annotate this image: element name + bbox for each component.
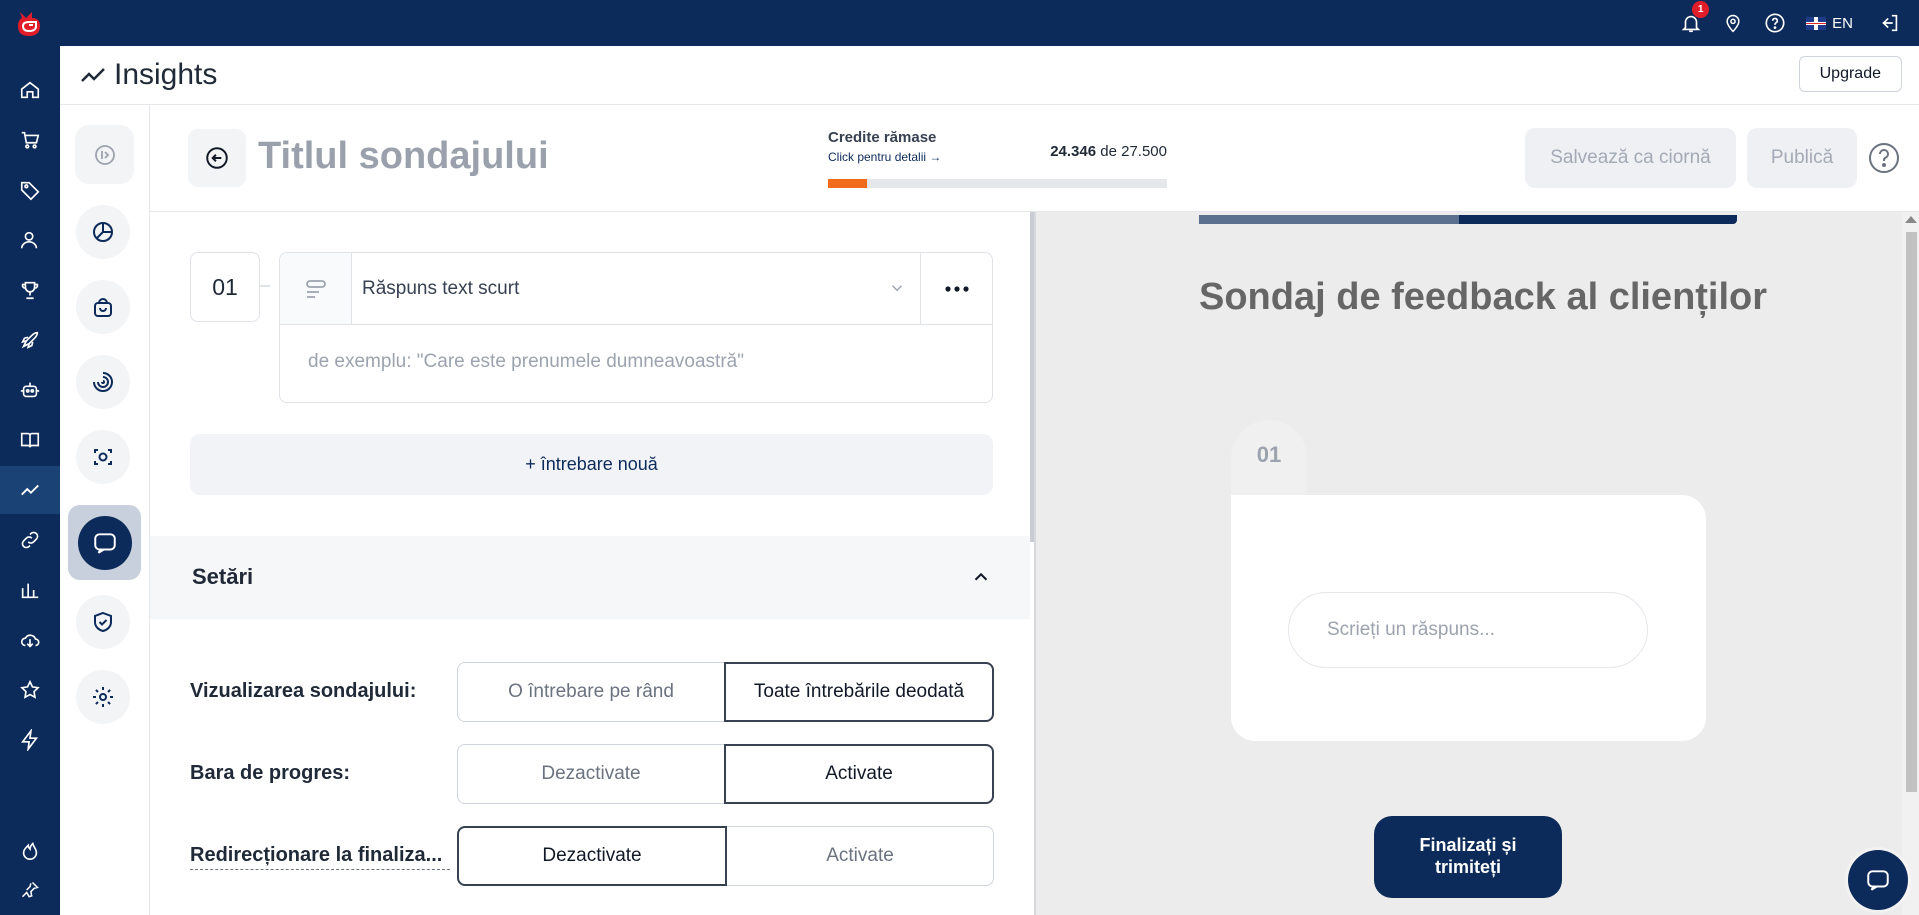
option-label: Bara de progres: — [190, 762, 351, 784]
survey-header: Titlul sondajului Credite rămase Click p… — [150, 105, 1919, 212]
spiral-icon[interactable] — [76, 355, 130, 409]
survey-editor: 01 Răspuns text scurt de exemplu: "Care … — [150, 212, 1034, 915]
nav-rocket-icon[interactable] — [0, 316, 60, 364]
redirect-on-button[interactable]: Activate — [727, 826, 994, 886]
preview-title: Sondaj de feedback al clienților — [1199, 276, 1768, 318]
page-title: Insights — [80, 58, 217, 92]
progress-bar-on-button[interactable]: Activate — [724, 744, 994, 804]
language-label: EN — [1832, 14, 1853, 32]
language-selector[interactable]: EN — [1796, 0, 1869, 46]
help-circle-icon[interactable] — [1754, 0, 1796, 46]
preview-answer-input[interactable]: Scrieți un răspuns... — [1288, 592, 1648, 668]
location-pin-icon[interactable] — [1712, 0, 1754, 46]
nav-customers-icon[interactable] — [0, 216, 60, 264]
credits-progress-bar — [828, 179, 1167, 188]
survey-chat-icon — [77, 515, 132, 570]
nav-pin-icon[interactable] — [0, 866, 60, 914]
settings-title: Setări — [192, 564, 254, 589]
settings-section-header[interactable]: Setări — [150, 536, 1030, 619]
progress-bar-off-button[interactable]: Dezactivate — [457, 744, 724, 804]
redirect-off-button[interactable]: Dezactivate — [457, 826, 727, 886]
all-questions-button[interactable]: Toate întrebările deodată — [724, 662, 994, 722]
nav-home-icon[interactable] — [0, 66, 60, 114]
option-label: Vizualizarea sondajului: — [190, 680, 417, 702]
help-icon[interactable] — [1868, 142, 1900, 174]
nav-trophy-icon[interactable] — [0, 266, 60, 314]
question-type-select[interactable]: Răspuns text scurt — [352, 253, 920, 325]
chevron-down-icon — [891, 285, 903, 292]
nav-link-icon[interactable] — [0, 516, 60, 564]
survey-nav-item[interactable] — [68, 505, 141, 580]
survey-preview: Sondaj de feedback al clienților 01 Scri… — [1034, 212, 1919, 915]
credits-value: 24.346 de 27.500 — [1050, 143, 1167, 160]
question-more-button[interactable] — [920, 253, 993, 325]
publish-button[interactable]: Publică — [1747, 128, 1857, 188]
page-title-text: Insights — [114, 58, 218, 91]
scroll-up-arrow-icon[interactable] — [1905, 216, 1917, 223]
shopping-bag-icon[interactable] — [76, 280, 130, 334]
support-chat-button[interactable] — [1848, 850, 1908, 910]
question-number: 01 — [190, 252, 260, 322]
save-draft-button[interactable]: Salvează ca ciornă — [1525, 128, 1736, 188]
preview-scrollbar-thumb[interactable] — [1906, 232, 1917, 792]
option-label: Redirecționare la finaliza... — [190, 844, 450, 870]
nav-book-icon[interactable] — [0, 416, 60, 464]
nav-bar-chart-icon[interactable] — [0, 566, 60, 614]
add-question-button[interactable]: + întrebare nouă — [190, 434, 993, 495]
survey-view-toggle: O întrebare pe rând Toate întrebările de… — [457, 662, 994, 722]
nav-cloud-download-icon[interactable] — [0, 616, 60, 664]
question-type-label: Răspuns text scurt — [362, 277, 520, 299]
nav-robot-icon[interactable] — [0, 366, 60, 414]
secondary-sidebar — [60, 105, 150, 915]
back-arrow-icon — [206, 147, 228, 169]
chevron-up-icon — [974, 572, 988, 581]
nav-lightning-icon[interactable] — [0, 716, 60, 764]
left-navigation — [0, 46, 60, 915]
survey-view-option: Vizualizarea sondajului: O întrebare pe … — [190, 662, 994, 722]
insights-trend-icon — [81, 68, 105, 82]
page-header: Insights Upgrade — [60, 46, 1919, 105]
back-button[interactable] — [188, 129, 246, 187]
camera-scan-icon[interactable] — [76, 430, 130, 484]
pie-chart-icon[interactable] — [76, 205, 130, 259]
collapse-sidebar-icon[interactable] — [75, 125, 134, 184]
top-bar: 1 EN — [0, 0, 1919, 46]
short-text-type-icon — [280, 253, 352, 325]
redirect-toggle: Dezactivate Activate — [457, 826, 994, 886]
preview-submit-button[interactable]: Finalizați și trimiteți — [1374, 816, 1562, 898]
question-card: Răspuns text scurt de exemplu: "Care est… — [279, 252, 993, 403]
nav-insights-icon[interactable] — [0, 466, 60, 514]
settings-gear-icon[interactable] — [76, 670, 130, 724]
preview-question-card: Scrieți un răspuns... — [1231, 495, 1706, 741]
preview-progress-bar — [1199, 215, 1737, 224]
progress-bar-toggle: Dezactivate Activate — [457, 744, 994, 804]
preview-question-number: 01 — [1231, 420, 1307, 500]
one-question-per-row-button[interactable]: O întrebare pe rând — [457, 662, 724, 722]
uk-flag-icon — [1806, 16, 1827, 30]
nav-cart-icon[interactable] — [0, 116, 60, 164]
nav-star-icon[interactable] — [0, 666, 60, 714]
question-connector — [260, 285, 270, 287]
brand-logo-icon[interactable] — [12, 8, 46, 40]
credits-widget: Credite rămase Click pentru detalii → 24… — [828, 129, 1167, 188]
question-text-input[interactable]: de exemplu: "Care este prenumele dumneav… — [308, 351, 744, 373]
shield-check-icon[interactable] — [76, 595, 130, 649]
notifications-bell-icon[interactable]: 1 — [1670, 0, 1712, 46]
nav-tag-icon[interactable] — [0, 166, 60, 214]
redirect-option: Redirecționare la finaliza... Dezactivat… — [190, 826, 994, 886]
more-dots-icon — [945, 285, 969, 292]
notifications-badge: 1 — [1692, 1, 1710, 18]
credits-progress-fill — [828, 179, 867, 188]
survey-title[interactable]: Titlul sondajului — [258, 135, 549, 178]
upgrade-button[interactable]: Upgrade — [1798, 56, 1902, 92]
chat-icon — [1867, 870, 1889, 891]
progress-bar-option: Bara de progres: Dezactivate Activate — [190, 744, 994, 804]
logout-icon[interactable] — [1869, 0, 1911, 46]
